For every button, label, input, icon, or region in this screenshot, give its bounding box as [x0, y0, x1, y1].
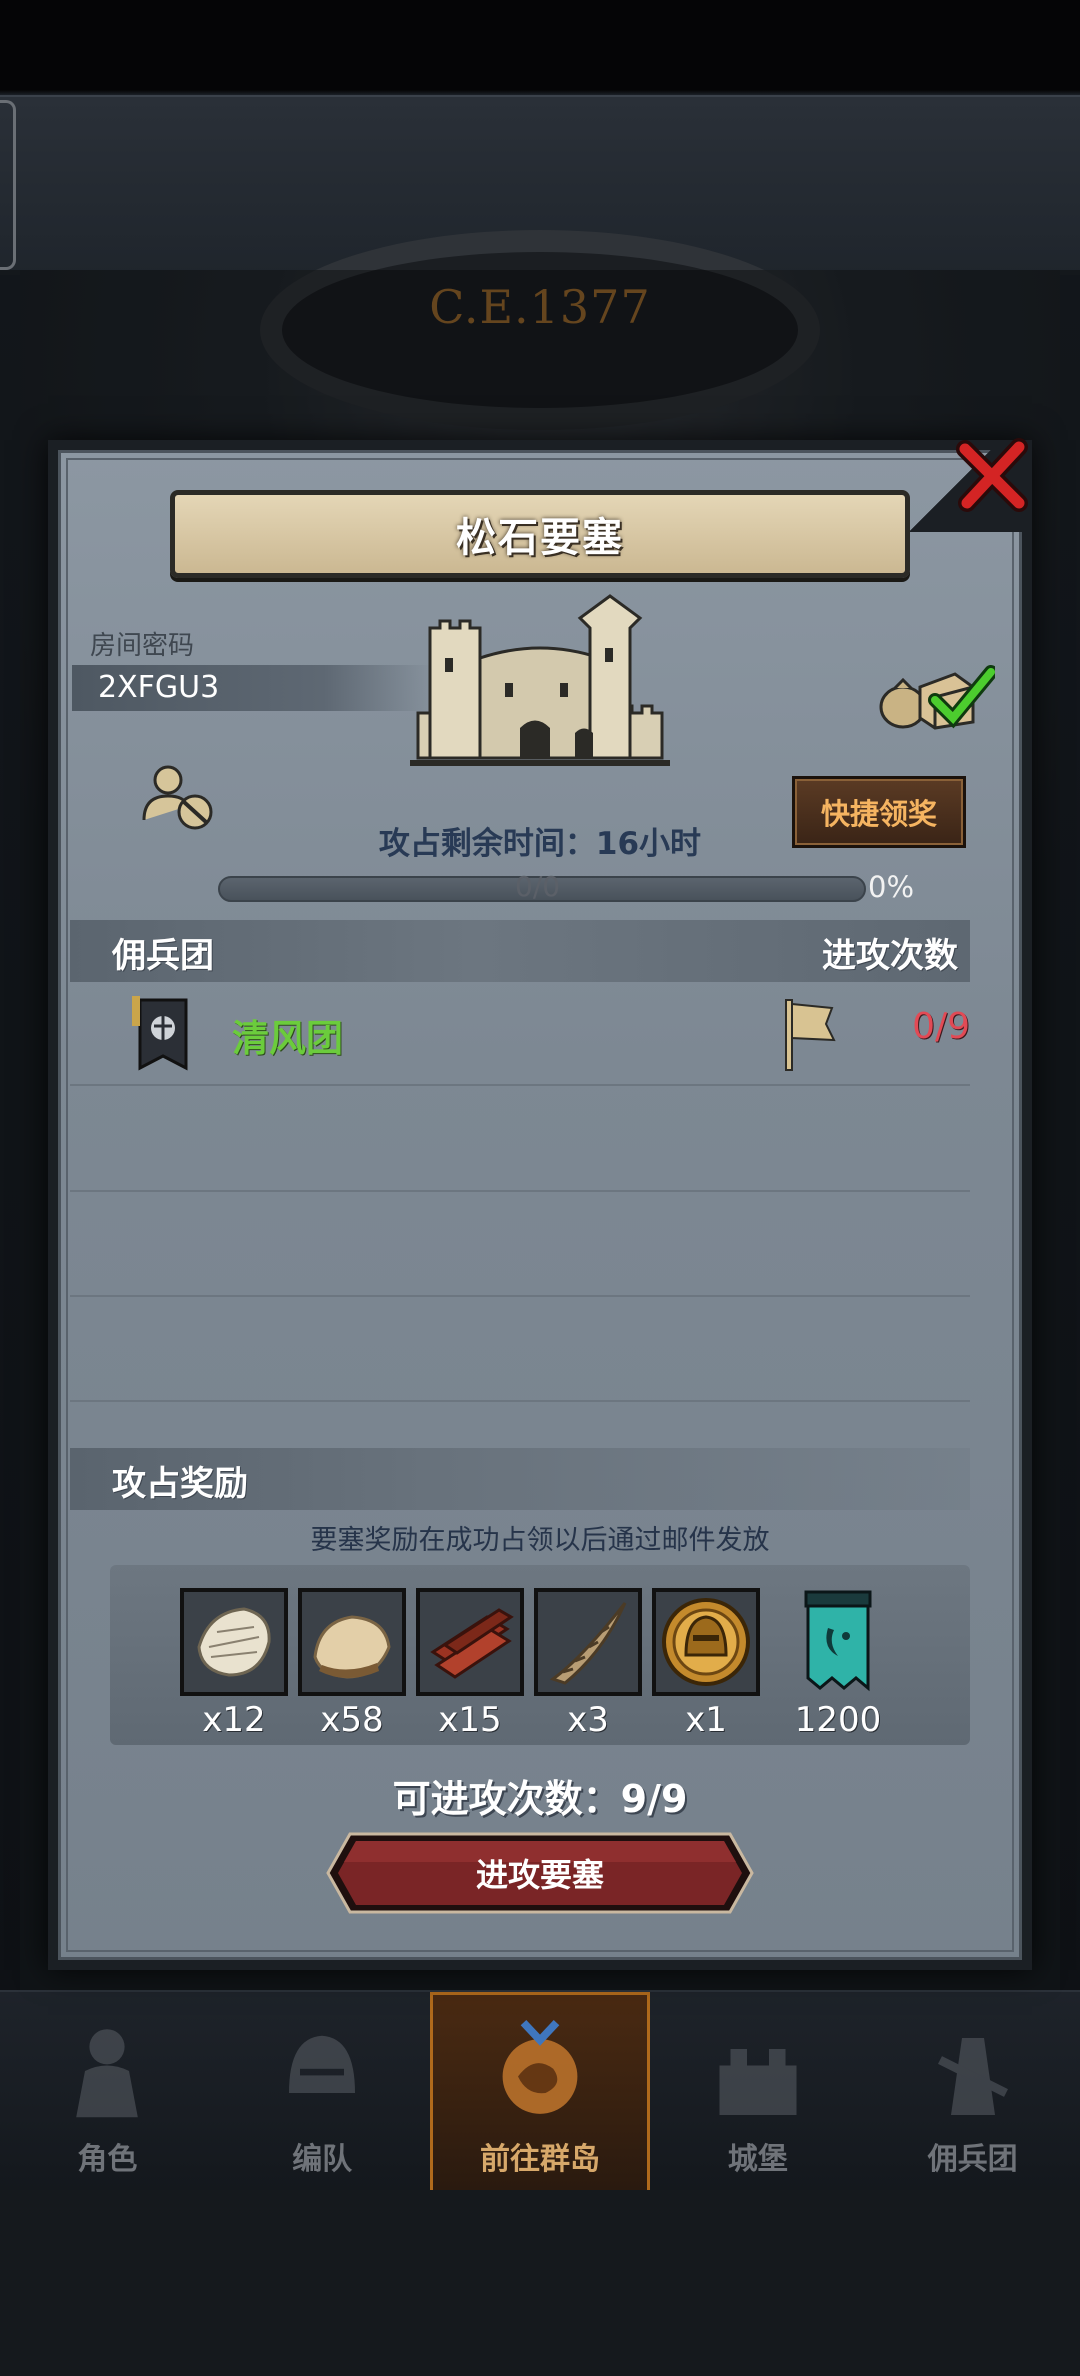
remaining-attacks-label: 可进攻次数：: [392, 1777, 621, 1821]
remaining-attacks-value: 9/9: [620, 1777, 688, 1821]
nav-label: 编队: [292, 2142, 353, 2177]
nav-label: 前往群岛: [479, 2142, 600, 2177]
guild-banner-icon: [132, 996, 188, 1071]
nav-item-character[interactable]: 角色: [0, 1992, 215, 2190]
mercenary-icon: [937, 2038, 1008, 2115]
rewards-note: 要塞奖励在成功占领以后通过邮件发放: [310, 1525, 770, 1556]
reward-item[interactable]: x58: [298, 1588, 406, 1740]
close-button[interactable]: [948, 430, 1038, 520]
reward-slot: [652, 1588, 760, 1696]
reward-slot: [784, 1588, 892, 1696]
wood-planks-icon: [430, 1608, 514, 1679]
nav-label: 城堡: [727, 2142, 788, 2177]
progress-text: 0/0: [515, 870, 561, 903]
time-value: 16小时: [595, 826, 702, 862]
close-icon: [956, 438, 1028, 512]
horn-icon: [549, 1602, 627, 1685]
reward-qty: x3: [567, 1700, 609, 1740]
reward-qty: x12: [202, 1700, 266, 1740]
mercenary-name: 清风团: [232, 1017, 343, 1060]
mercenary-header: 佣兵团: [112, 936, 214, 976]
dialog-title: 松石要塞: [456, 515, 624, 561]
time-label: 攻占剩余时间：: [378, 826, 596, 862]
nav-label: 佣兵团: [927, 2142, 1018, 2177]
progress-percent: 0%: [868, 870, 915, 904]
remaining-attacks: 可进攻次数：9/9: [0, 1768, 1080, 1823]
reward-qty: x15: [438, 1700, 502, 1740]
mercenary-row[interactable]: 清风团 0/9: [70, 982, 970, 1086]
reward-item[interactable]: 1200: [784, 1588, 892, 1740]
side-tab[interactable]: [0, 100, 16, 270]
nav-item-castle[interactable]: 城堡: [650, 1992, 865, 2190]
reward-slot: [534, 1588, 642, 1696]
reward-qty: x58: [320, 1700, 384, 1740]
reward-slot: [416, 1588, 524, 1696]
reward-item[interactable]: x12: [180, 1588, 288, 1740]
nav-item-mercenary[interactable]: 佣兵团: [865, 1992, 1080, 2190]
castle-icon: [719, 2049, 797, 2115]
empty-row-divider: [70, 1295, 970, 1297]
rewards-header: 攻占奖励: [112, 1464, 248, 1504]
reward-qty: 1200: [794, 1700, 882, 1740]
reward-claimed-icon[interactable]: [875, 652, 995, 732]
knight-icon: [76, 2029, 139, 2118]
gold-helmet-coin-icon: [662, 1598, 750, 1686]
reward-slot: [180, 1588, 288, 1696]
flag-icon: [785, 999, 836, 1071]
game-screen: C.E.1377 角色 编队 前往群岛 城堡 佣兵团 松石要塞 房间密码 2XF…: [0, 0, 1080, 2376]
attack-fortress-label: 进攻要塞: [475, 1856, 604, 1894]
title-banner: 松石要塞: [170, 490, 910, 578]
island-icon: [502, 2019, 578, 2114]
reward-slot: [298, 1588, 406, 1696]
room-code: 2XFGU3: [98, 670, 220, 705]
capture-time-remaining: 攻占剩余时间：16小时: [0, 818, 1080, 863]
empty-row-divider: [70, 1190, 970, 1192]
fortress-icon: [410, 594, 670, 766]
room-password-label: 房间密码: [90, 631, 195, 661]
nav-item-islands[interactable]: 前往群岛: [429, 1992, 651, 2190]
reward-item[interactable]: x1: [652, 1588, 760, 1740]
bottom-nav: 角色 编队 前往群岛 城堡 佣兵团: [0, 1990, 1080, 2190]
reward-item[interactable]: x15: [416, 1588, 524, 1740]
helmet-icon: [289, 2035, 356, 2093]
reward-qty: x1: [685, 1700, 727, 1740]
guild-banner-icon: [804, 1590, 872, 1692]
mercenary-attack-count: 0/9: [912, 1006, 970, 1047]
bottom-strip: [0, 2190, 1080, 2376]
nav-item-formation[interactable]: 编队: [215, 1992, 430, 2190]
nav-label: 角色: [77, 2142, 138, 2177]
attack-fortress-button[interactable]: 进攻要塞: [326, 1832, 754, 1914]
reward-item[interactable]: x3: [534, 1588, 642, 1740]
wool-pelt-icon: [313, 1615, 391, 1679]
feather-pelt-icon: [197, 1607, 271, 1677]
attack-count-header: 进攻次数: [822, 936, 958, 976]
empty-row-divider: [70, 1400, 970, 1402]
